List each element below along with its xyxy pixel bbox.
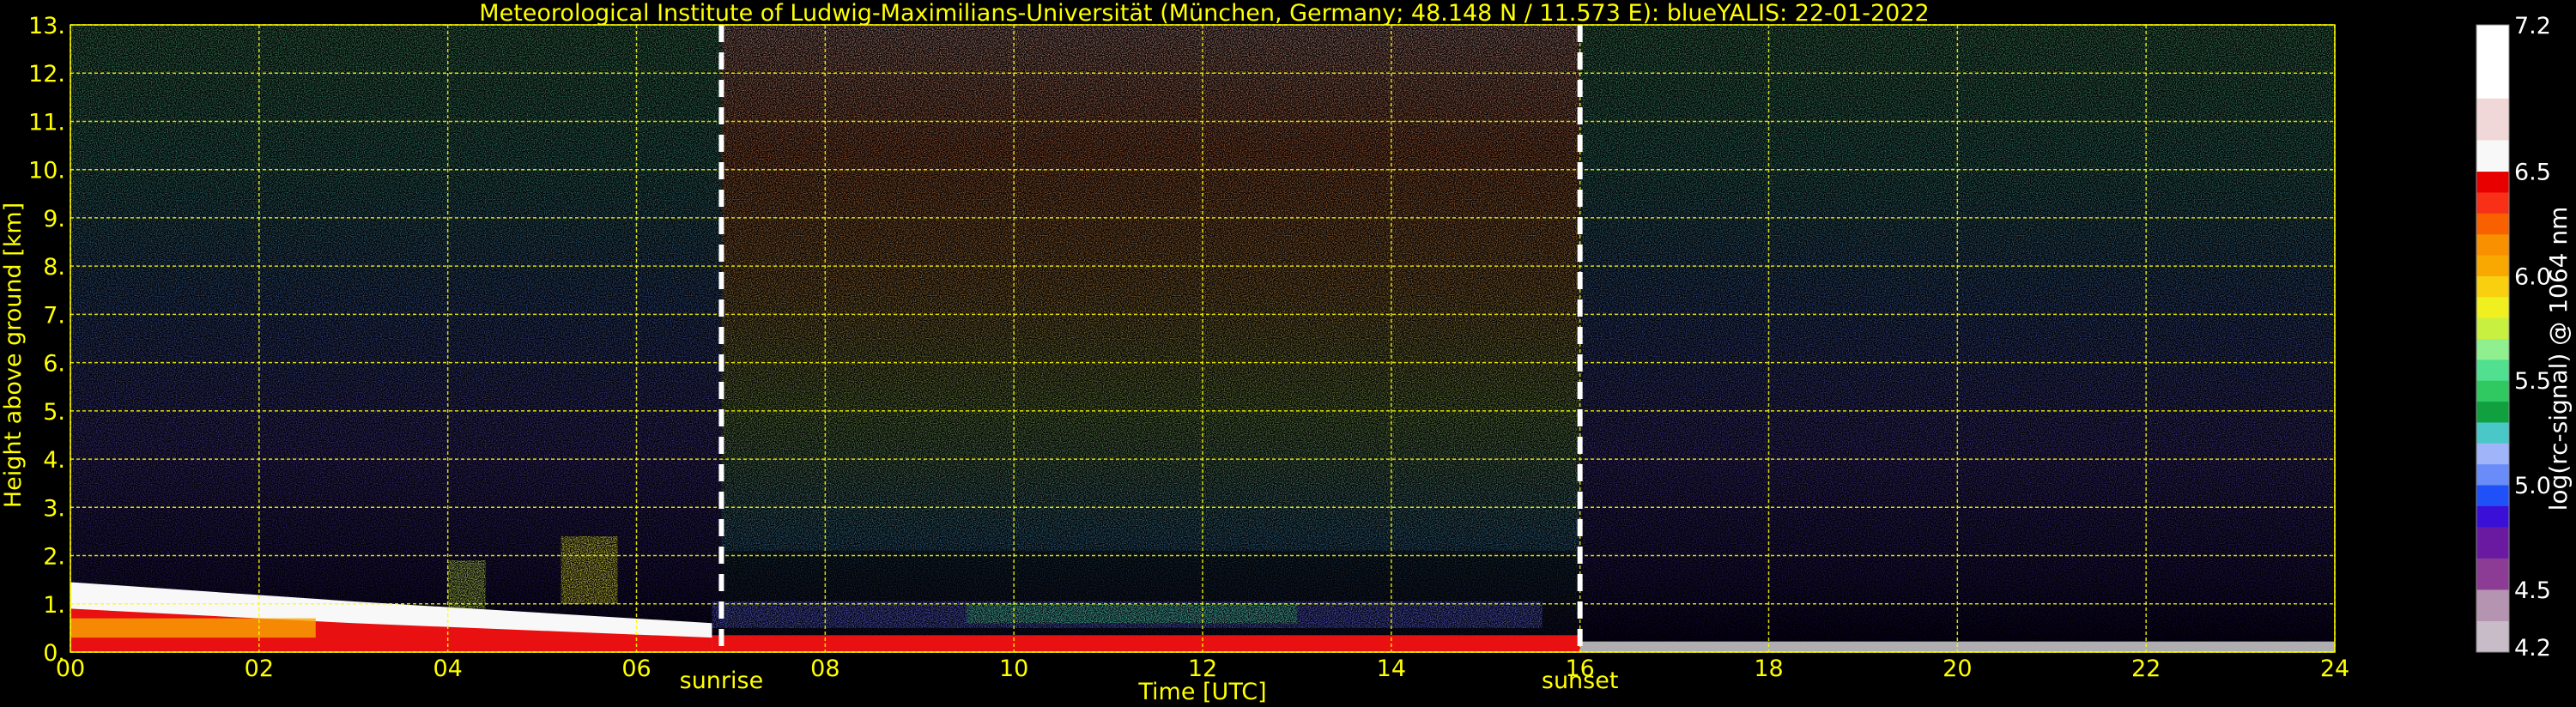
colorbar-segment xyxy=(2476,98,2509,141)
colorbar-segment xyxy=(2476,338,2509,360)
near-ground-strong-signal xyxy=(712,635,1580,652)
colorbar-segment xyxy=(2476,485,2509,506)
x-tick-label: 00 xyxy=(56,656,85,682)
colorbar-tick-label: 7.2 xyxy=(2514,13,2551,39)
colorbar-segment xyxy=(2476,558,2509,590)
night-signal-pre-sunrise xyxy=(70,25,722,652)
cloud-feature xyxy=(447,560,486,609)
lidar-chart: Meteorological Institute of Ludwig-Maxim… xyxy=(0,0,2573,705)
sun-annotation-label: sunrise xyxy=(680,668,764,694)
y-tick-label: 12. xyxy=(28,61,65,88)
colorbar-tick-label: 4.2 xyxy=(2514,635,2551,662)
colorbar-segment xyxy=(2476,275,2509,298)
x-tick-label: 08 xyxy=(810,656,839,682)
colorbar-segment xyxy=(2476,191,2509,214)
y-tick-label: 11. xyxy=(28,109,65,136)
colorbar-segment xyxy=(2476,255,2509,276)
colorbar-segment xyxy=(2476,589,2509,621)
colorbar-segment xyxy=(2476,526,2509,559)
x-tick-label: 18 xyxy=(1754,656,1783,682)
x-tick-label: 10 xyxy=(999,656,1028,682)
y-tick-label: 3. xyxy=(43,495,65,522)
x-axis-label: Time [UTC] xyxy=(1137,679,1266,705)
x-tick-label: 04 xyxy=(433,656,462,682)
y-tick-label: 1. xyxy=(43,592,65,619)
x-tick-label: 02 xyxy=(245,656,274,682)
x-tick-label: 06 xyxy=(621,656,651,682)
y-axis-ticks: 0.1.2.3.4.5.6.7.8.9.10.11.12.13. xyxy=(28,13,65,667)
y-tick-label: 9. xyxy=(43,206,65,233)
colorbar-segment xyxy=(2476,233,2509,256)
colorbar-segment xyxy=(2476,317,2509,339)
colorbar-segment xyxy=(2476,380,2509,402)
colorbar-segment xyxy=(2476,25,2509,99)
colorbar-segment xyxy=(2476,421,2509,444)
chart-title: Meteorological Institute of Ludwig-Maxim… xyxy=(479,0,1929,27)
colorbar xyxy=(2476,24,2510,653)
y-tick-label: 7. xyxy=(43,302,65,329)
x-tick-label: 20 xyxy=(1943,656,1972,682)
y-tick-label: 8. xyxy=(43,254,65,281)
colorbar-segment xyxy=(2476,171,2509,193)
colorbar-segment xyxy=(2476,463,2509,486)
residual-layer-mid xyxy=(70,618,316,638)
colorbar-segment xyxy=(2476,140,2509,172)
colorbar-segment xyxy=(2476,359,2509,381)
aerosol-layer-core xyxy=(967,603,1297,624)
y-tick-label: 2. xyxy=(43,544,65,571)
y-tick-label: 5. xyxy=(43,399,65,426)
colorbar-segment xyxy=(2476,443,2509,465)
y-tick-label: 6. xyxy=(43,351,65,378)
colorbar-tick-label: 4.5 xyxy=(2514,577,2551,604)
y-tick-label: 10. xyxy=(28,158,65,184)
colorbar-segment xyxy=(2476,620,2509,653)
x-tick-label: 22 xyxy=(2131,656,2161,682)
colorbar-segment xyxy=(2476,505,2509,528)
y-axis-label: Height above ground [km] xyxy=(0,202,27,508)
y-tick-label: 4. xyxy=(43,447,65,474)
sun-annotation-label: sunset xyxy=(1542,668,1619,694)
colorbar-segment xyxy=(2476,213,2509,235)
colorbar-segment xyxy=(2476,401,2509,423)
colorbar-tick-label: 6.5 xyxy=(2514,160,2551,186)
colorbar-segment xyxy=(2476,296,2509,318)
x-tick-label: 14 xyxy=(1377,656,1406,682)
x-tick-label: 24 xyxy=(2320,656,2349,682)
colorbar-label: log(rc-signal) @ 1064 nm xyxy=(2544,207,2573,511)
y-tick-label: 13. xyxy=(28,13,65,39)
cloud-feature xyxy=(561,536,618,604)
